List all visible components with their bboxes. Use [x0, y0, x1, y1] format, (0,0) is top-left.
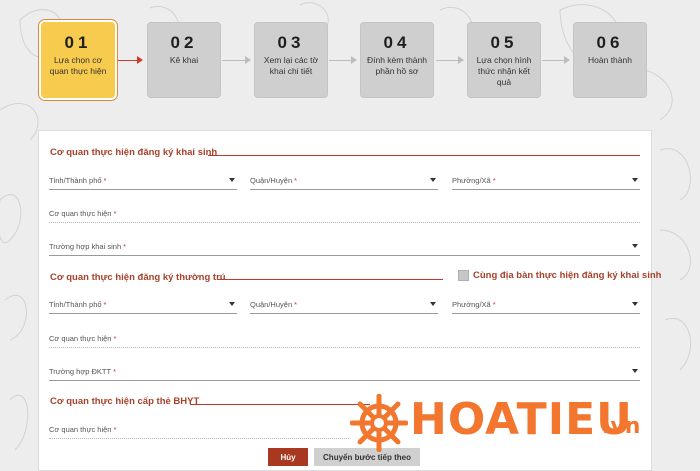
- field-label: Tỉnh/Thành phố: [49, 300, 102, 309]
- residence-case-select[interactable]: Trường hợp ĐKTT *: [49, 363, 640, 381]
- step-connector: [329, 60, 351, 61]
- step-connector: [222, 60, 246, 61]
- required-mark: *: [294, 176, 298, 185]
- watermark-suffix: .vn: [602, 414, 641, 439]
- field-label: Cơ quan thực hiện: [49, 209, 112, 218]
- section-title-health-insurance: Cơ quan thực hiện cấp thẻ BHYT: [50, 396, 200, 407]
- ship-wheel-icon: [350, 394, 408, 452]
- chevron-down-icon: [229, 302, 235, 306]
- step-number: 02: [170, 33, 198, 52]
- required-mark: *: [492, 300, 496, 309]
- step-arrow: [137, 56, 143, 64]
- step-number: 01: [64, 33, 92, 52]
- required-mark: *: [113, 334, 117, 343]
- chevron-down-icon: [632, 369, 638, 373]
- required-mark: *: [103, 176, 107, 185]
- required-mark: *: [492, 176, 496, 185]
- step-label: Đính kèm thành phần hồ sơ: [366, 55, 427, 76]
- agency-field[interactable]: Cơ quan thực hiện *: [49, 421, 349, 439]
- step-5[interactable]: 05 Lựa chọn hình thức nhận kết quả: [467, 22, 541, 98]
- field-label: Trường hợp khai sinh: [49, 242, 122, 251]
- chevron-down-icon: [632, 244, 638, 248]
- field-label: Quận/Huyện: [250, 176, 293, 185]
- field-label: Cơ quan thực hiện: [49, 425, 112, 434]
- step-number: 05: [490, 33, 518, 52]
- step-label: Kê khai: [169, 55, 199, 65]
- step-arrow: [245, 56, 251, 64]
- chevron-down-icon: [430, 178, 436, 182]
- field-label: Cơ quan thực hiện: [49, 334, 112, 343]
- field-label: Phường/Xã: [452, 300, 491, 309]
- step-number: 04: [383, 33, 411, 52]
- step-arrow: [564, 56, 570, 64]
- province-select[interactable]: Tỉnh/Thành phố *: [49, 296, 237, 314]
- required-mark: *: [123, 242, 127, 251]
- agency-field[interactable]: Cơ quan thực hiện *: [49, 330, 640, 348]
- field-label: Phường/Xã: [452, 176, 491, 185]
- step-4[interactable]: 04 Đính kèm thành phần hồ sơ: [360, 22, 434, 98]
- ward-select[interactable]: Phường/Xã *: [452, 296, 640, 314]
- step-number: 03: [277, 33, 305, 52]
- step-label: Hoàn thành: [588, 55, 632, 65]
- step-connector: [436, 60, 458, 61]
- section-title-birth-registration: Cơ quan thực hiện đăng ký khai sinh: [50, 147, 218, 158]
- step-connector: [542, 60, 564, 61]
- step-label: Lựa chọn hình thức nhận kết quả: [476, 55, 532, 87]
- checkbox-label: Cùng địa bàn thực hiện đăng ký khai sinh: [473, 270, 662, 281]
- field-label: Quận/Huyện: [250, 300, 293, 309]
- chevron-down-icon: [632, 302, 638, 306]
- step-label: Xem lại các tờ khai chi tiết: [263, 55, 319, 76]
- chevron-down-icon: [229, 178, 235, 182]
- progress-stepper: 01 Lựa chọn cơ quan thực hiện 02 Kê khai…: [0, 0, 700, 110]
- step-arrow: [458, 56, 464, 64]
- step-number: 06: [596, 33, 624, 52]
- cancel-button[interactable]: Hủy: [268, 448, 308, 466]
- birth-case-select[interactable]: Trường hợp khai sinh *: [49, 238, 640, 256]
- section-divider: [208, 155, 640, 156]
- step-2[interactable]: 02 Kê khai: [147, 22, 221, 98]
- chevron-down-icon: [632, 178, 638, 182]
- step-label: Lựa chọn cơ quan thực hiện: [49, 55, 107, 76]
- required-mark: *: [113, 367, 117, 376]
- checkbox-box[interactable]: [458, 270, 469, 281]
- step-arrow: [351, 56, 357, 64]
- step-connector: [116, 60, 138, 61]
- step-1[interactable]: 01 Lựa chọn cơ quan thực hiện: [41, 22, 115, 98]
- watermark-brand: HOATIEU: [410, 394, 633, 445]
- required-mark: *: [294, 300, 298, 309]
- field-label: Trường hợp ĐKTT: [49, 367, 112, 376]
- step-6[interactable]: 06 Hoàn thành: [573, 22, 647, 98]
- hoatieu-watermark: HOATIEU .vn: [348, 392, 658, 454]
- field-label: Tỉnh/Thành phố: [49, 176, 102, 185]
- ward-select[interactable]: Phường/Xã *: [452, 172, 640, 190]
- agency-field[interactable]: Cơ quan thực hiện *: [49, 205, 640, 223]
- required-mark: *: [113, 425, 117, 434]
- required-mark: *: [113, 209, 117, 218]
- required-mark: *: [103, 300, 107, 309]
- section-title-residence-registration: Cơ quan thực hiện đăng ký thường trú: [50, 272, 226, 283]
- district-select[interactable]: Quận/Huyện *: [250, 172, 438, 190]
- section-divider: [190, 404, 370, 405]
- step-3[interactable]: 03 Xem lại các tờ khai chi tiết: [254, 22, 328, 98]
- section-divider: [218, 279, 443, 280]
- chevron-down-icon: [430, 302, 436, 306]
- province-select[interactable]: Tỉnh/Thành phố *: [49, 172, 237, 190]
- district-select[interactable]: Quận/Huyện *: [250, 296, 438, 314]
